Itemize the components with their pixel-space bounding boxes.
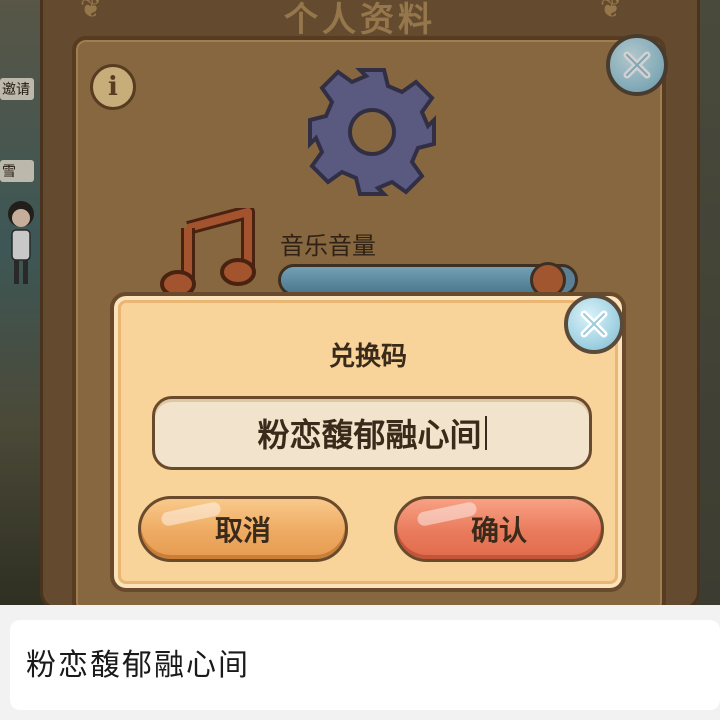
redeem-code-input[interactable]: 粉恋馥郁融心间 — [152, 396, 592, 470]
button-highlight — [160, 500, 222, 528]
confirm-button[interactable]: 确认 — [394, 496, 604, 562]
cancel-button[interactable]: 取消 — [138, 496, 348, 562]
close-icon — [580, 310, 608, 338]
redeem-close-button[interactable] — [564, 294, 624, 354]
game-background: 邀请 雪 ❦ ❦ 个人资料 i 音乐音量 兑换码 粉恋馥郁融心间 取消 确认 — [0, 0, 720, 605]
ime-candidate-item[interactable]: 粉恋馥郁融心间 — [26, 640, 250, 684]
redeem-code-value: 粉恋馥郁融心间 — [257, 416, 482, 454]
text-caret — [484, 416, 487, 450]
cancel-button-label: 取消 — [214, 514, 271, 547]
confirm-button-label: 确认 — [470, 514, 527, 547]
redeem-dialog-title: 兑换码 — [328, 342, 407, 372]
button-highlight — [416, 500, 478, 528]
redeem-code-dialog: 兑换码 粉恋馥郁融心间 取消 确认 — [110, 292, 626, 592]
